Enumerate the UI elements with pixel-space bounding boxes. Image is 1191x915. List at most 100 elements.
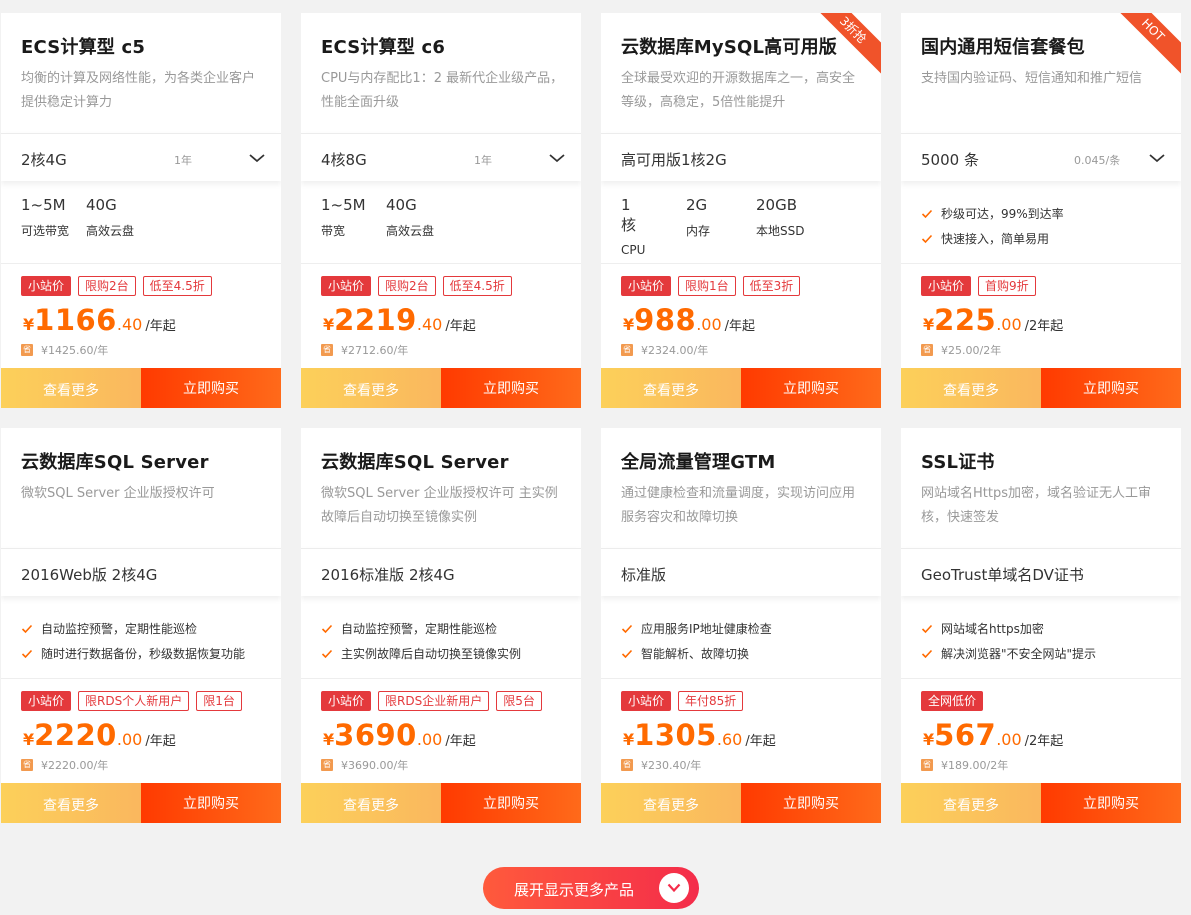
check-icon <box>921 234 933 243</box>
feature-item: 自动监控预警，定期性能巡检 <box>321 616 521 641</box>
buy-now-button[interactable]: 立即购买 <box>141 783 281 823</box>
feature-list: 网站域名https加密 解决浏览器"不安全网站"提示 <box>921 616 1096 666</box>
view-more-button[interactable]: 查看更多 <box>901 783 1041 823</box>
buy-now-button[interactable]: 立即购买 <box>741 783 881 823</box>
config-select[interactable]: 5000 条 0.045/条 <box>901 133 1181 181</box>
spec-value: 1~5M <box>321 196 366 214</box>
config-select[interactable]: 4核8G 1年 <box>301 133 581 181</box>
spec-value: 20GB <box>756 196 798 214</box>
buy-now-button[interactable]: 立即购买 <box>741 368 881 408</box>
buy-now-button[interactable]: 立即购买 <box>1041 368 1181 408</box>
chevron-down-icon[interactable] <box>1147 148 1167 168</box>
price-integer: 1166 <box>34 303 117 337</box>
check-icon <box>21 624 33 633</box>
config-select-value: 2016Web版 2核4G <box>21 566 158 584</box>
view-more-button[interactable]: 查看更多 <box>601 368 741 408</box>
currency-symbol: ¥ <box>323 315 335 334</box>
product-title: 云数据库SQL Server <box>21 452 209 473</box>
currency-symbol: ¥ <box>323 730 335 749</box>
promo-tag: 小站价 <box>321 691 372 711</box>
save-badge-icon: 省 <box>321 759 333 771</box>
check-icon <box>321 649 333 658</box>
view-more-button[interactable]: 查看更多 <box>901 368 1041 408</box>
currency-symbol: ¥ <box>623 730 635 749</box>
config-select-value: 高可用版1核2G <box>621 151 727 169</box>
view-more-button[interactable]: 查看更多 <box>1 783 141 823</box>
spec-item: 40G 高效云盘 <box>86 196 134 239</box>
divider <box>901 263 1181 264</box>
price-integer: 567 <box>934 718 997 752</box>
promo-tag: 小站价 <box>621 691 672 711</box>
promo-tags: 小站价 限购2台 低至4.5折 <box>21 276 212 296</box>
config-select: 高可用版1核2G <box>601 133 881 181</box>
feature-item: 自动监控预警，定期性能巡检 <box>21 616 245 641</box>
config-select: GeoTrust单域名DV证书 <box>901 548 1181 596</box>
promo-tag: 低至4.5折 <box>142 276 212 296</box>
spec-label: CPU <box>621 243 646 257</box>
product-description: 通过健康检查和流量调度，实现访问应用服务容灾和故障切换 <box>621 486 856 525</box>
buy-now-button[interactable]: 立即购买 <box>441 783 581 823</box>
card-actions: 查看更多 立即购买 <box>901 783 1181 823</box>
view-more-button[interactable]: 查看更多 <box>1 368 141 408</box>
original-price: 省 ¥230.40/年 <box>621 757 701 773</box>
spec-value: 2G <box>686 196 708 214</box>
buy-now-button[interactable]: 立即购买 <box>1041 783 1181 823</box>
config-select-value: 标准版 <box>621 566 667 584</box>
config-select[interactable]: 2核4G 1年 <box>1 133 281 181</box>
promo-tag: 限1台 <box>196 691 242 711</box>
product-card: ECS计算型 c6 CPU与内存配比1：2 最新代企业级产品，性能全面升级 4核… <box>301 13 581 408</box>
price: ¥1166.40/年起 <box>23 303 176 337</box>
buy-now-button[interactable]: 立即购买 <box>441 368 581 408</box>
price-integer: 2219 <box>334 303 417 337</box>
spec-label: 本地SSD <box>756 224 805 238</box>
promo-tag: 限购1台 <box>678 276 736 296</box>
save-badge-icon: 省 <box>621 759 633 771</box>
divider <box>1 678 281 679</box>
config-select-value: 4核8G <box>321 151 367 169</box>
original-price: 省 ¥25.00/2年 <box>921 342 1001 358</box>
original-price-text: ¥3690.00/年 <box>341 759 409 772</box>
product-card: HOT 国内通用短信套餐包 支持国内验证码、短信通知和推广短信 5000 条 0… <box>901 13 1181 408</box>
price-unit: /2年起 <box>1024 734 1064 749</box>
promo-tag: 限RDS企业新用户 <box>378 691 490 711</box>
product-title: 云数据库SQL Server <box>321 452 509 473</box>
config-select-value: 2016标准版 2核4G <box>321 566 455 584</box>
promo-tag: 小站价 <box>21 691 72 711</box>
price: ¥225.00/2年起 <box>923 303 1063 337</box>
view-more-button[interactable]: 查看更多 <box>301 368 441 408</box>
chevron-down-icon[interactable] <box>547 148 567 168</box>
promo-tag: 首购9折 <box>978 276 1036 296</box>
promo-tag: 小站价 <box>21 276 72 296</box>
chevron-down-icon[interactable] <box>247 148 267 168</box>
view-more-button[interactable]: 查看更多 <box>301 783 441 823</box>
currency-symbol: ¥ <box>923 730 935 749</box>
spec-label: 可选带宽 <box>21 224 70 238</box>
feature-text: 秒级可达，99%到达率 <box>941 207 1064 221</box>
price-decimal: .00 <box>996 730 1022 749</box>
card-actions: 查看更多 立即购买 <box>601 783 881 823</box>
price-decimal: .00 <box>116 730 143 749</box>
spec-item: 40G 高效云盘 <box>386 196 434 239</box>
price-decimal: .40 <box>116 315 143 334</box>
price-integer: 2220 <box>34 718 117 752</box>
promo-tags: 小站价 限RDS企业新用户 限5台 <box>321 691 542 711</box>
price-unit: /年起 <box>445 734 476 749</box>
product-card: 云数据库SQL Server 微软SQL Server 企业版授权许可 主实例故… <box>301 428 581 823</box>
show-more-products-button[interactable]: 展开显示更多产品 <box>483 867 699 909</box>
promo-tag: 限RDS个人新用户 <box>78 691 190 711</box>
product-description: 支持国内验证码、短信通知和推广短信 <box>921 71 1143 86</box>
original-price: 省 ¥189.00/2年 <box>921 757 1008 773</box>
divider <box>601 263 881 264</box>
config-select-duration: 1年 <box>174 154 192 167</box>
spec-value: 1核 <box>621 196 637 234</box>
view-more-button[interactable]: 查看更多 <box>601 783 741 823</box>
check-icon <box>621 649 633 658</box>
price: ¥1305.60/年起 <box>623 718 776 752</box>
feature-item: 快速接入，简单易用 <box>921 226 1064 251</box>
promo-tags: 全网低价 <box>921 691 984 711</box>
buy-now-button[interactable]: 立即购买 <box>141 368 281 408</box>
card-actions: 查看更多 立即购买 <box>1 783 281 823</box>
product-description: 微软SQL Server 企业版授权许可 <box>21 486 215 501</box>
spec-value: 1~5M <box>21 196 66 214</box>
save-badge-icon: 省 <box>921 344 933 356</box>
